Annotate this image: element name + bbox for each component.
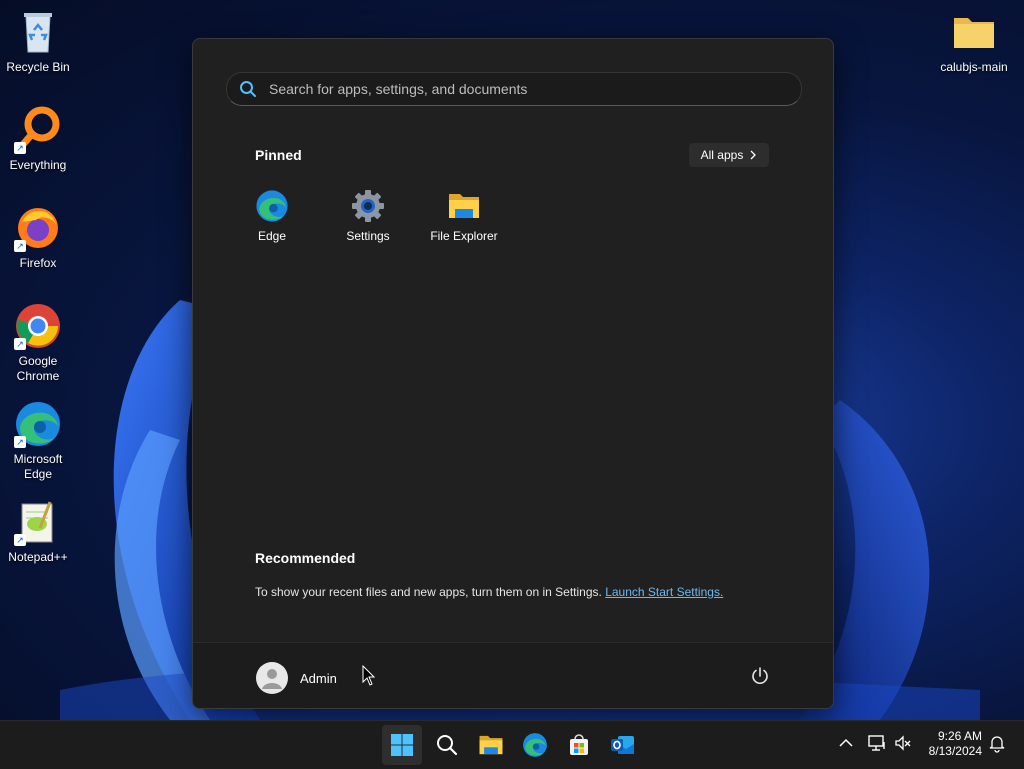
user-icon xyxy=(262,669,282,689)
start-icon xyxy=(391,734,413,756)
desktop-icon-label: Firefox xyxy=(19,256,57,270)
taskbar-outlook[interactable] xyxy=(603,725,643,765)
volume-muted-icon[interactable] xyxy=(893,733,913,753)
taskbar-search-button[interactable] xyxy=(427,725,467,765)
pinned-app-label: Settings xyxy=(346,229,390,243)
file-explorer-icon xyxy=(447,189,481,223)
shortcut-arrow-icon: ↗ xyxy=(14,534,26,546)
pinned-app-label: Edge xyxy=(257,229,287,243)
folder-icon xyxy=(950,8,998,56)
user-name: Admin xyxy=(300,670,337,686)
settings-gear-icon xyxy=(351,189,385,223)
desktop-icon-label: Recycle Bin xyxy=(6,60,70,74)
shortcut-arrow-icon: ↗ xyxy=(14,240,26,252)
recommended-message: To show your recent files and new apps, … xyxy=(255,585,723,599)
desktop-icon-calubjs-main[interactable]: calubjs-main xyxy=(936,8,1012,75)
taskbar-edge[interactable] xyxy=(515,725,555,765)
desktop-icon-chrome[interactable]: ↗ Google Chrome xyxy=(0,302,76,384)
desktop-icon-label: calubjs-main xyxy=(940,60,1008,74)
notepad-plus-plus-icon: ↗ xyxy=(14,498,62,546)
launch-start-settings-link[interactable]: Launch Start Settings. xyxy=(605,585,723,599)
clock-time: 9:26 AM xyxy=(937,729,982,743)
microsoft-store-icon xyxy=(570,734,588,755)
taskbar: 9:26 AM 8/13/2024 xyxy=(0,720,1024,769)
edge-icon xyxy=(523,733,547,757)
desktop-icon-label: Notepad++ xyxy=(8,550,68,564)
pinned-app-file-explorer[interactable]: File Explorer xyxy=(416,189,512,243)
search-icon xyxy=(240,81,256,97)
user-account-button[interactable]: Admin xyxy=(256,662,337,694)
desktop-icon-firefox[interactable]: ↗ Firefox xyxy=(0,204,76,271)
power-icon xyxy=(752,667,768,684)
search-icon xyxy=(437,735,458,756)
shortcut-arrow-icon: ↗ xyxy=(14,338,26,350)
taskbar-file-explorer[interactable] xyxy=(471,725,511,765)
edge-icon xyxy=(255,189,289,223)
edge-icon: ↗ xyxy=(14,400,62,448)
desktop-icon-microsoft-edge[interactable]: ↗ Microsoft Edge xyxy=(0,400,76,482)
mouse-cursor-icon xyxy=(362,665,376,686)
power-button[interactable] xyxy=(749,665,771,687)
shortcut-arrow-icon: ↗ xyxy=(14,436,26,448)
taskbar-microsoft-store[interactable] xyxy=(559,725,599,765)
search-input[interactable] xyxy=(267,80,801,98)
all-apps-button[interactable]: All apps xyxy=(689,143,769,167)
chevron-up-icon[interactable] xyxy=(836,733,856,753)
pinned-app-edge[interactable]: Edge xyxy=(224,189,320,243)
recommended-text: To show your recent files and new apps, … xyxy=(255,585,602,599)
pinned-app-label: File Explorer xyxy=(430,229,498,243)
everything-search-icon: ↗ xyxy=(14,106,62,154)
pinned-app-settings[interactable]: Settings xyxy=(320,189,416,243)
start-button[interactable] xyxy=(382,725,422,765)
chevron-right-icon xyxy=(750,150,757,160)
desktop-icon-recycle-bin[interactable]: Recycle Bin xyxy=(0,8,76,75)
desktop-icon-everything[interactable]: ↗ Everything xyxy=(0,106,76,173)
pinned-title: Pinned xyxy=(255,147,302,163)
recommended-title: Recommended xyxy=(255,550,356,566)
notification-bell-icon[interactable] xyxy=(987,733,1007,753)
desktop-icon-label: Everything xyxy=(9,158,67,172)
firefox-icon: ↗ xyxy=(14,204,62,252)
desktop-icon-label: Microsoft Edge xyxy=(13,452,63,481)
desktop-icon-label: Google Chrome xyxy=(16,354,60,383)
clock-date: 8/13/2024 xyxy=(928,744,982,758)
file-explorer-icon xyxy=(479,735,503,755)
start-menu: Pinned All apps Edge Settings File Explo… xyxy=(192,38,834,709)
chrome-icon: ↗ xyxy=(14,302,62,350)
recycle-bin-icon xyxy=(14,8,62,56)
start-search-box[interactable] xyxy=(226,72,802,106)
taskbar-clock[interactable]: 9:26 AM 8/13/2024 xyxy=(920,729,982,759)
avatar xyxy=(256,662,288,694)
all-apps-label: All apps xyxy=(700,148,744,162)
shortcut-arrow-icon: ↗ xyxy=(14,142,26,154)
outlook-icon xyxy=(611,736,634,754)
network-icon[interactable] xyxy=(867,733,887,753)
start-menu-footer: Admin xyxy=(193,642,833,708)
desktop-icon-notepad-plus-plus[interactable]: ↗ Notepad++ xyxy=(0,498,76,565)
